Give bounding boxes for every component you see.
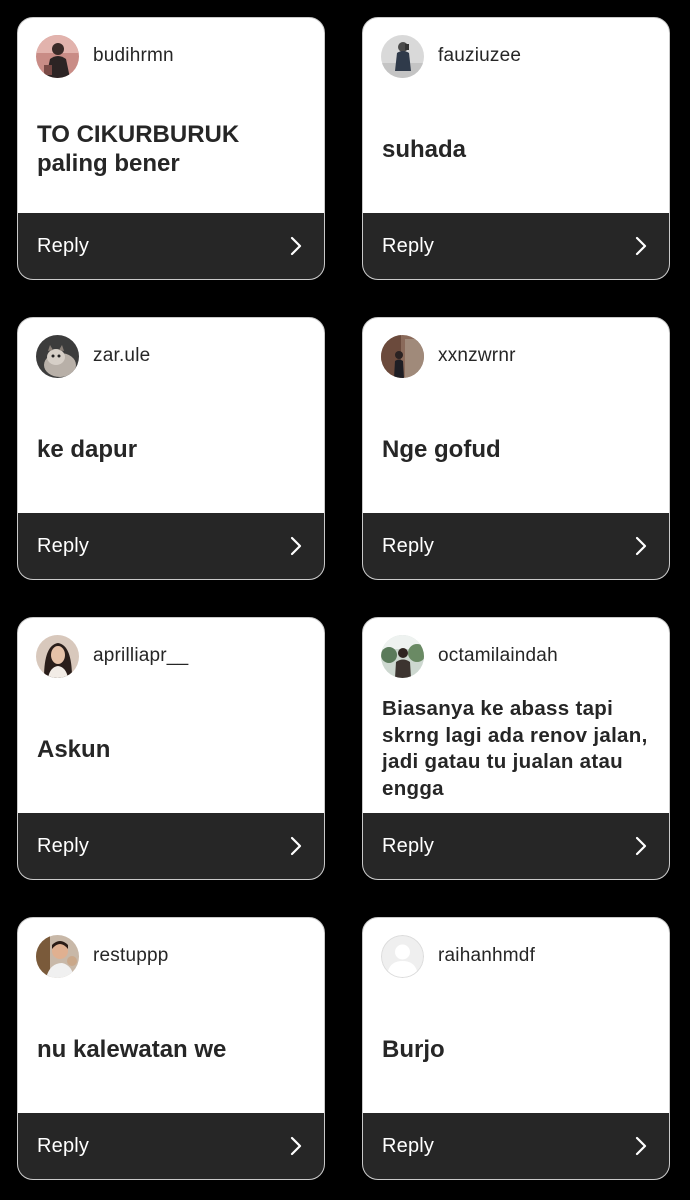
chevron-right-icon	[635, 836, 647, 856]
reply-button[interactable]: Reply	[363, 813, 669, 879]
card-header: fauziuzee	[381, 34, 521, 78]
reply-label: Reply	[37, 1134, 90, 1157]
chevron-right-icon	[290, 536, 302, 556]
card-header: octamilaindah	[381, 634, 558, 678]
comment-card: restuppp nu kalewatan we Reply	[17, 917, 325, 1180]
chevron-right-icon	[290, 236, 302, 256]
chevron-right-icon	[290, 836, 302, 856]
reply-button[interactable]: Reply	[363, 513, 669, 579]
reply-label: Reply	[382, 234, 435, 257]
reply-button[interactable]: Reply	[18, 513, 324, 579]
reply-label: Reply	[382, 1134, 435, 1157]
reply-button[interactable]: Reply	[18, 1113, 324, 1179]
reply-label: Reply	[37, 534, 90, 557]
reply-label: Reply	[382, 534, 435, 557]
avatar[interactable]	[381, 34, 424, 78]
reply-button[interactable]: Reply	[18, 813, 324, 879]
chevron-right-icon	[635, 1136, 647, 1156]
username[interactable]: xxnzwrnr	[438, 345, 516, 367]
username[interactable]: fauziuzee	[438, 45, 521, 67]
avatar[interactable]	[36, 34, 79, 78]
default-avatar-icon[interactable]	[381, 934, 424, 978]
comment-text: TO CIKURBURUK paling bener	[37, 121, 240, 177]
comment-text: ke dapur	[37, 435, 138, 463]
reply-button[interactable]: Reply	[363, 1113, 669, 1179]
avatar[interactable]	[381, 634, 424, 678]
card-header: xxnzwrnr	[381, 334, 516, 378]
comment-text: nu kalewatan we	[37, 1035, 227, 1063]
reply-label: Reply	[37, 234, 90, 257]
card-header: budihrmn	[36, 34, 174, 78]
card-header: zar.ule	[36, 334, 150, 378]
comment-text: Askun	[37, 735, 111, 763]
reply-button[interactable]: Reply	[363, 213, 669, 279]
chevron-right-icon	[635, 536, 647, 556]
username[interactable]: restuppp	[93, 945, 169, 967]
reply-label: Reply	[382, 834, 435, 857]
comment-text: Biasanya ke abass tapi skrng lagi ada re…	[382, 697, 648, 800]
comment-card: fauziuzee suhada Reply	[362, 17, 670, 280]
comment-card: octamilaindah Biasanya ke abass tapi skr…	[362, 617, 670, 880]
card-header: restuppp	[36, 934, 169, 978]
chevron-right-icon	[290, 1136, 302, 1156]
avatar[interactable]	[36, 334, 79, 378]
username[interactable]: budihrmn	[93, 45, 174, 67]
comment-text: Burjo	[382, 1035, 445, 1063]
card-header: raihanhmdf	[381, 934, 535, 978]
comment-card: raihanhmdf Burjo Reply	[362, 917, 670, 1180]
comment-card: zar.ule ke dapur Reply	[17, 317, 325, 580]
card-header: aprilliapr__	[36, 634, 188, 678]
comment-card: xxnzwrnr Nge gofud Reply	[362, 317, 670, 580]
comment-text: suhada	[382, 135, 467, 163]
avatar[interactable]	[36, 934, 79, 978]
avatar[interactable]	[381, 334, 424, 378]
reply-button[interactable]: Reply	[18, 213, 324, 279]
chevron-right-icon	[635, 236, 647, 256]
username[interactable]: raihanhmdf	[438, 945, 535, 967]
reply-label: Reply	[37, 834, 90, 857]
username[interactable]: aprilliapr__	[93, 645, 188, 667]
username[interactable]: zar.ule	[93, 345, 150, 367]
username[interactable]: octamilaindah	[438, 645, 558, 667]
comment-text: Nge gofud	[382, 435, 501, 463]
avatar[interactable]	[36, 634, 79, 678]
comment-card: aprilliapr__ Askun Reply	[17, 617, 325, 880]
comment-card: budihrmn TO CIKURBURUK paling bener Repl…	[17, 17, 325, 280]
